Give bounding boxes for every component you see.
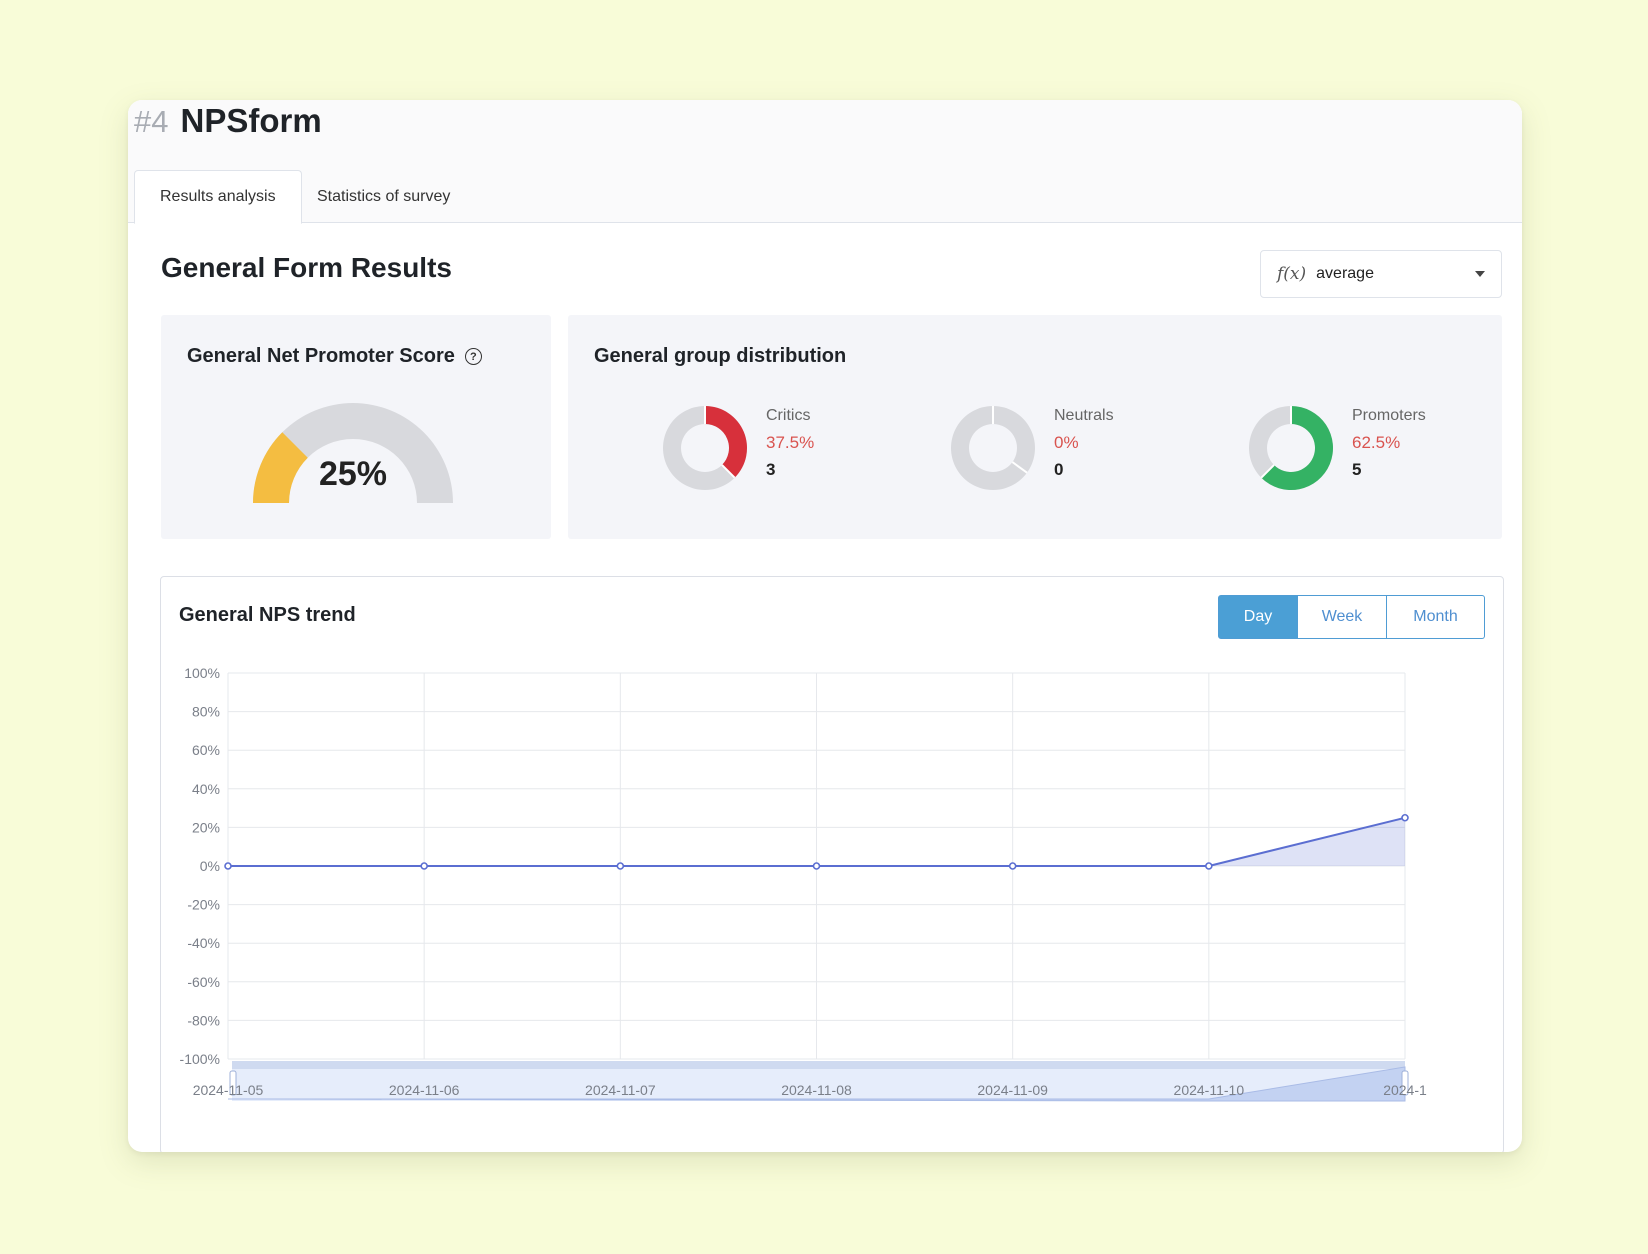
data-point [420, 862, 428, 870]
critics-donut [663, 406, 747, 490]
nps-panel: General Net Promoter Score ? 25% [161, 315, 551, 539]
help-icon[interactable]: ? [464, 348, 482, 365]
y-tick-label: -100% [180, 1051, 220, 1067]
data-point [1205, 862, 1213, 870]
critics-percent: 37.5% [766, 433, 815, 452]
y-tick-label: 60% [192, 742, 220, 758]
nps-panel-title-text: General Net Promoter Score [187, 345, 455, 367]
header-band: #4 NPSform Results analysis Statistics o… [128, 100, 1522, 224]
function-icon: f(x) [1277, 264, 1307, 284]
promoters-label: Promoters [1352, 407, 1426, 424]
aggregate-select-value: average [1316, 265, 1374, 282]
x-tick-label: 2024-1 [1383, 1082, 1427, 1098]
nps-trend-chart: 100% 80% 60% 40% 20% 0% -20% -40% -60% -80% -100% 2… [180, 665, 1427, 1102]
critics-label: Critics [766, 407, 811, 424]
y-tick-label: 20% [192, 819, 220, 835]
neutrals-percent: 0% [1054, 433, 1079, 452]
nps-value: 25% [318, 455, 388, 493]
neutrals-label: Neutrals [1054, 407, 1114, 424]
y-tick-label: 80% [192, 704, 220, 720]
y-tick-label: 0% [200, 858, 220, 874]
nps-panel-title: General Net Promoter Score ? [187, 345, 482, 368]
critics-count: 3 [766, 460, 776, 479]
trend-panel: General NPS trend Day Week Month 100% 80%… [160, 576, 1504, 1152]
y-tick-label: -20% [187, 897, 220, 913]
y-tick-label: -80% [187, 1012, 220, 1028]
x-tick-label: 2024-11-05 [193, 1082, 264, 1098]
data-point [616, 862, 625, 870]
promoters-percent: 62.5% [1352, 433, 1401, 452]
promoters-donut [1249, 406, 1333, 490]
x-tick-label: 2024-11-06 [389, 1082, 460, 1098]
aggregate-select[interactable]: f(x) average [1260, 250, 1502, 298]
distribution-panel: General group distribution Critics 37.5%… [568, 315, 1502, 539]
y-tick-label: -60% [187, 974, 220, 990]
form-number: #4 [134, 104, 169, 139]
data-point [1401, 813, 1409, 822]
data-point [224, 862, 232, 870]
x-tick-label: 2024-11-09 [977, 1082, 1048, 1098]
chevron-down-icon [1475, 271, 1485, 277]
zoom-slider-bar [232, 1061, 1405, 1069]
x-tick-label: 2024-11-10 [1174, 1082, 1245, 1098]
survey-card: #4 NPSform Results analysis Statistics o… [128, 100, 1522, 1152]
form-name: NPSform [180, 102, 322, 139]
y-tick-label: -40% [187, 935, 220, 951]
y-tick-label: 40% [192, 781, 220, 797]
form-title: #4 NPSform [134, 102, 322, 140]
tab-results-analysis[interactable]: Results analysis [134, 170, 302, 224]
critics-donut-segment [705, 406, 747, 478]
data-point [1008, 862, 1017, 870]
section-title: General Form Results [161, 252, 452, 283]
neutrals-count: 0 [1054, 460, 1064, 479]
y-tick-label: 100% [184, 665, 220, 681]
data-point [812, 862, 821, 870]
tab-statistics-of-survey[interactable]: Statistics of survey [292, 170, 475, 224]
x-tick-label: 2024-11-08 [781, 1082, 852, 1098]
neutrals-donut [951, 406, 1035, 490]
promoters-count: 5 [1352, 460, 1362, 479]
x-tick-label: 2024-11-07 [585, 1082, 656, 1098]
distribution-panel-title: General group distribution [594, 345, 847, 367]
